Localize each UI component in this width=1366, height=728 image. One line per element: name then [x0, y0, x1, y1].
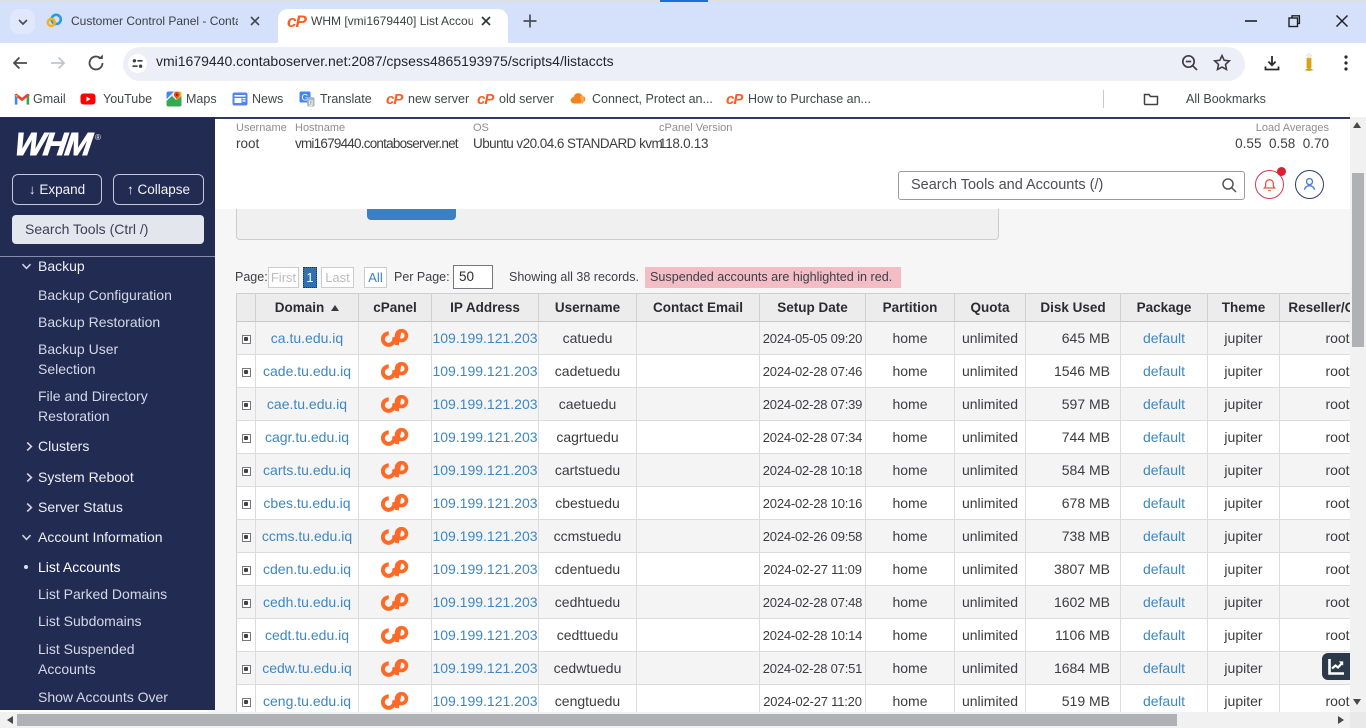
svg-text:g: g — [309, 98, 313, 107]
